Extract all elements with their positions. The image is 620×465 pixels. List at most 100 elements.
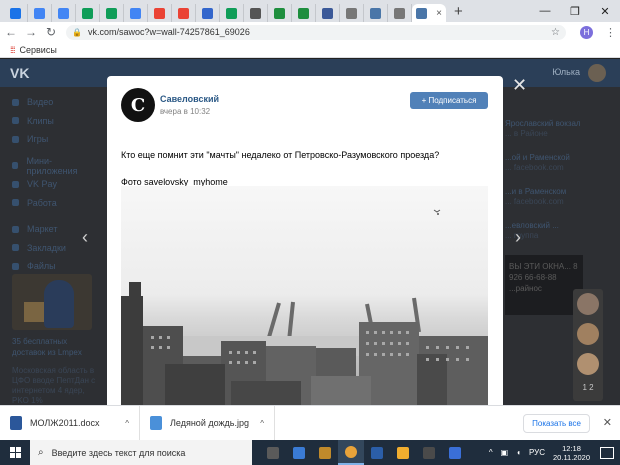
browser-tab[interactable] [4, 4, 28, 22]
browser-tab[interactable] [52, 4, 76, 22]
network-icon[interactable]: ▣ [501, 448, 509, 457]
chrome-icon[interactable] [338, 440, 364, 465]
chevron-up-icon[interactable]: ^ [260, 419, 264, 428]
post-photo[interactable] [121, 186, 488, 405]
bookmark-services[interactable]: Сервисы [20, 45, 57, 55]
explorer-icon[interactable] [312, 440, 338, 465]
download-item[interactable]: МОЛЖ2011.docx ^ [0, 405, 140, 441]
close-downloads-icon[interactable]: ✕ [603, 416, 612, 429]
volume-icon[interactable]: ◖ [516, 448, 521, 457]
right-item[interactable]: ...ой и Раменской... facebook.com [505, 153, 595, 173]
address-bar[interactable]: 🔒 vk.com/sawoc?w=wall-74257861_69026 ☆ [66, 24, 566, 40]
reload-button[interactable]: ↻ [42, 25, 60, 39]
menu-item-icon [12, 98, 19, 106]
subscribe-button[interactable]: + Подписаться [410, 92, 488, 109]
chevron-up-icon[interactable]: ^ [125, 419, 129, 428]
forward-button[interactable]: → [22, 25, 40, 39]
online-friends: 1 2 [573, 289, 603, 401]
post-time[interactable]: вчера в 10:32 [160, 107, 210, 116]
photo-city-illustration [121, 209, 488, 405]
bookmarks-bar: ⁞⁞⁞ Сервисы [0, 42, 620, 58]
browser-menu-icon[interactable]: ⋮ [605, 26, 616, 39]
browser-tab[interactable] [364, 4, 388, 22]
taskbar-search[interactable]: ⌕ Введите здесь текст для поиска [30, 440, 252, 465]
tab-favicon-icon [58, 7, 69, 19]
download-item[interactable]: Ледяной дождь.jpg ^ [140, 405, 275, 441]
tray-chevron-icon[interactable]: ^ [489, 448, 493, 457]
browser-tab[interactable] [76, 4, 100, 22]
tab-favicon-icon [226, 7, 237, 19]
show-all-downloads-button[interactable]: Показать все [523, 414, 590, 433]
new-tab-button[interactable]: + [454, 4, 463, 19]
browser-tab[interactable] [124, 4, 148, 22]
next-arrow-icon[interactable]: › [515, 227, 521, 248]
vk-logo[interactable]: VK [10, 65, 29, 81]
vk-promo[interactable]: 35 бесплатных доставок из Lmpex Московск… [12, 274, 100, 405]
mail-icon[interactable] [442, 440, 468, 465]
close-modal-icon[interactable]: ✕ [512, 75, 527, 96]
friend-avatar[interactable] [577, 353, 599, 375]
friend-avatar[interactable] [577, 323, 599, 345]
promo-title[interactable]: 35 бесплатных доставок из Lmpex [12, 336, 100, 358]
bookmark-star-icon[interactable]: ☆ [551, 27, 560, 38]
language-indicator[interactable]: РУС [529, 448, 545, 457]
browser-tab[interactable] [316, 4, 340, 22]
right-ad[interactable]: ВЫ ЭТИ ОКНА... 8 926 66-68-88 ...райнос [505, 255, 583, 315]
store-icon[interactable] [416, 440, 442, 465]
apps-grid-icon[interactable]: ⁞⁞⁞ [10, 45, 15, 55]
author-avatar[interactable]: C [121, 88, 155, 122]
right-item[interactable]: ...и в Раменском... facebook.com [505, 187, 595, 207]
minimize-button[interactable]: — [530, 0, 560, 22]
address-url[interactable]: vk.com/sawoc?w=wall-74257861_69026 [88, 27, 551, 37]
menu-item-icon [12, 135, 19, 143]
tab-favicon-icon [34, 7, 45, 19]
word-icon[interactable] [364, 440, 390, 465]
browser-tab[interactable] [268, 4, 292, 22]
sidebar-item[interactable]: Работа [12, 194, 97, 213]
tab-favicon-icon [416, 7, 427, 19]
tab-favicon-icon [154, 7, 165, 19]
sidebar-item[interactable]: Клипы [12, 112, 97, 131]
sidebar-item[interactable]: Файлы [12, 257, 97, 276]
sidebar-item[interactable]: VK Pay [12, 175, 97, 194]
browser-tab[interactable] [340, 4, 364, 22]
prev-arrow-icon[interactable]: ‹ [82, 227, 88, 248]
windows-logo-icon [9, 447, 21, 458]
vk-right-column: Ярославский вокзал... в Районе ...ой и Р… [505, 119, 595, 315]
menu-item-icon [12, 117, 19, 125]
friends-count: 1 2 [582, 383, 594, 392]
post-author[interactable]: Савеловский [160, 94, 219, 104]
browser-tab[interactable] [28, 4, 52, 22]
menu-item-icon [12, 225, 19, 233]
browser-tab[interactable] [172, 4, 196, 22]
sidebar-item[interactable]: Видео [12, 93, 97, 112]
sidebar-item[interactable]: Игры [12, 130, 97, 149]
browser-tab[interactable] [220, 4, 244, 22]
task-view-icon[interactable] [260, 440, 286, 465]
browser-tab-active[interactable]: × [412, 4, 446, 22]
edge-icon[interactable] [286, 440, 312, 465]
vk-user-name[interactable]: Юлька [552, 67, 580, 77]
lock-icon: 🔒 [72, 27, 82, 37]
close-window-button[interactable]: ✕ [590, 0, 620, 22]
browser-tab[interactable] [100, 4, 124, 22]
browser-tab[interactable] [292, 4, 316, 22]
vk-page: VK Юлька Видео Клипы Игры Мини-приложени… [0, 59, 620, 405]
right-item[interactable]: Ярославский вокзал... в Районе [505, 119, 595, 139]
promo-text: Московская область в ЦФО вводе ПептДан с… [12, 366, 96, 405]
profile-avatar[interactable]: Н [580, 25, 593, 39]
vk-user-avatar[interactable] [588, 64, 606, 82]
folder-icon[interactable] [390, 440, 416, 465]
browser-tab[interactable] [388, 4, 412, 22]
restore-button[interactable]: ❐ [560, 0, 590, 22]
back-button[interactable]: ← [2, 25, 20, 39]
start-button[interactable] [0, 440, 30, 465]
notifications-icon[interactable] [600, 446, 614, 459]
friend-avatar[interactable] [577, 293, 599, 315]
sidebar-item[interactable]: Мини-приложения [12, 156, 97, 176]
browser-tab[interactable] [196, 4, 220, 22]
browser-tab[interactable] [244, 4, 268, 22]
tab-close-icon[interactable]: × [436, 8, 442, 19]
clock[interactable]: 12:18 20.11.2020 [553, 444, 590, 462]
browser-tab[interactable] [148, 4, 172, 22]
